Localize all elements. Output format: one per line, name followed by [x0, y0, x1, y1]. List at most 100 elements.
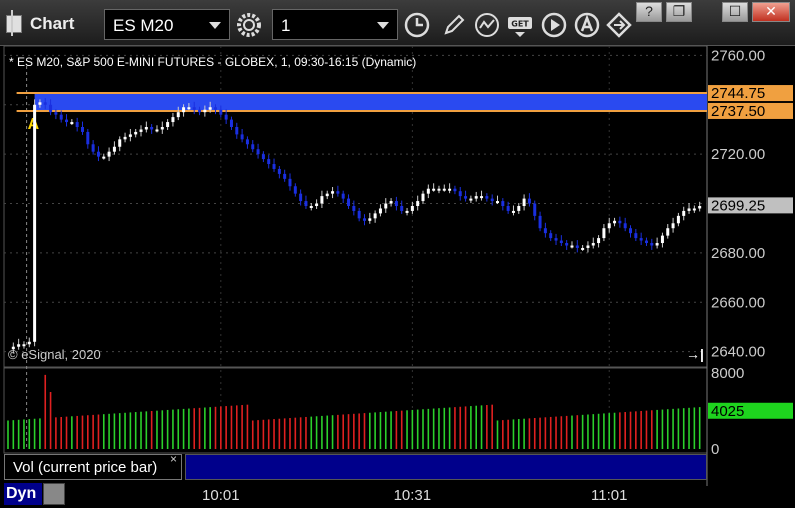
candle-body — [299, 193, 303, 202]
candle-body — [384, 203, 388, 209]
candle-body — [453, 188, 457, 192]
time-tick-label: 11:01 — [591, 487, 627, 504]
candle-body — [570, 245, 574, 248]
candle-body — [490, 198, 494, 202]
chart-area[interactable]: 2760.00 2720.00 2680.00 2660.00 2640.00 8000 0… — [0, 46, 795, 508]
zone-high-label: 2744.75 — [711, 85, 765, 102]
candle-body — [245, 139, 249, 145]
candle-body — [506, 206, 510, 211]
price-tick-label: 2640.00 — [711, 344, 765, 361]
clock-icon[interactable] — [403, 11, 431, 39]
scroll-to-end-icon[interactable]: →| — [686, 346, 704, 362]
candle-body — [442, 188, 446, 191]
candle-body — [304, 201, 308, 206]
candle-body — [91, 144, 95, 152]
gear-icon[interactable] — [235, 11, 263, 39]
candle-body — [692, 208, 696, 211]
price-tick-label: 2720.00 — [711, 146, 765, 163]
vol-study-label[interactable]: Vol (current price bar) — [4, 454, 182, 480]
candle-body — [549, 233, 553, 239]
candle-body — [171, 117, 175, 123]
close-icon[interactable]: × — [170, 452, 177, 466]
candle-body — [208, 107, 212, 110]
candle-body — [623, 223, 627, 229]
candle-body — [394, 201, 398, 206]
candle-body — [309, 206, 313, 208]
candle-body — [240, 134, 244, 140]
pencil-icon[interactable] — [440, 11, 468, 39]
candle-body — [581, 247, 585, 250]
candle-body — [613, 220, 617, 224]
restore-button[interactable]: ❐ — [666, 2, 692, 22]
candle-body — [485, 196, 489, 199]
candle-body — [315, 203, 319, 206]
candle-body — [634, 233, 638, 239]
candle-body — [112, 146, 116, 152]
help-button[interactable]: ? — [636, 2, 662, 22]
candle-body — [123, 136, 127, 140]
candle-body — [219, 109, 223, 115]
candle-body — [229, 119, 233, 127]
svg-text:GET: GET — [511, 20, 529, 29]
candle-body — [639, 238, 643, 241]
maximize-button[interactable]: ☐ — [722, 2, 748, 22]
time-tick-label: 10:01 — [202, 487, 240, 504]
current-volume-label: 4025 — [711, 403, 744, 420]
get-icon[interactable]: GET — [506, 11, 534, 39]
candle-body — [591, 243, 595, 246]
time-tick-label: 10:31 — [394, 487, 432, 504]
candle-body — [80, 127, 84, 132]
chevron-down-icon[interactable] — [377, 22, 389, 29]
a-icon[interactable] — [573, 11, 601, 39]
candle-body — [660, 235, 664, 244]
symbol-combo[interactable]: ES M20 — [104, 9, 230, 40]
copyright-text: © eSignal, 2020 — [8, 347, 101, 362]
price-tick-label: 2760.00 — [711, 47, 765, 64]
interval-combo[interactable]: 1 — [272, 9, 398, 40]
candle-body — [283, 173, 287, 179]
diamond-arrow-icon[interactable] — [605, 11, 633, 39]
candle-body — [543, 228, 547, 234]
candle-body — [107, 151, 111, 157]
title-bar: Chart ES M20 1 GET ? ❐ ☐ ✕ — [0, 0, 795, 46]
dyn-label[interactable]: Dyn — [4, 483, 42, 505]
price-chart-svg[interactable]: 2760.00 2720.00 2680.00 2660.00 2640.00 8000 0… — [0, 46, 795, 508]
chart-wave-icon[interactable] — [473, 11, 501, 39]
play-icon[interactable] — [540, 11, 568, 39]
candle-body — [325, 193, 329, 197]
candle-body — [352, 206, 356, 211]
volume-tick-label: 8000 — [711, 365, 744, 382]
close-button[interactable]: ✕ — [752, 2, 790, 22]
candle-body — [182, 107, 186, 113]
candle-body — [362, 218, 366, 221]
candle-body — [341, 193, 345, 199]
candle-body — [650, 243, 654, 246]
candle-body — [501, 201, 505, 206]
candle-body — [134, 131, 138, 135]
candle-body — [426, 188, 430, 194]
candle-body — [602, 228, 606, 239]
chevron-down-icon[interactable] — [209, 22, 221, 29]
candle-body — [22, 344, 26, 347]
candle-body — [272, 164, 276, 169]
candle-body — [421, 193, 425, 202]
candle-body — [682, 210, 686, 216]
window-title: Chart — [30, 14, 75, 33]
candle-body — [224, 114, 228, 120]
candle-body — [49, 104, 53, 113]
price-tick-label: 2660.00 — [711, 294, 765, 311]
candle-body — [261, 154, 265, 160]
candle-body — [54, 112, 58, 115]
candle-body — [458, 191, 462, 197]
candle-body — [166, 122, 170, 127]
candle-body — [448, 188, 452, 191]
lock-icon[interactable] — [43, 483, 65, 505]
vol-study-bar — [185, 454, 707, 480]
candle-body — [671, 223, 675, 229]
symbol-value: ES M20 — [113, 16, 174, 35]
candle-body — [655, 243, 659, 246]
candle-body — [38, 102, 42, 105]
last-price-label: 2699.25 — [711, 197, 765, 214]
candle-body — [75, 122, 79, 127]
candle-body — [575, 245, 579, 248]
